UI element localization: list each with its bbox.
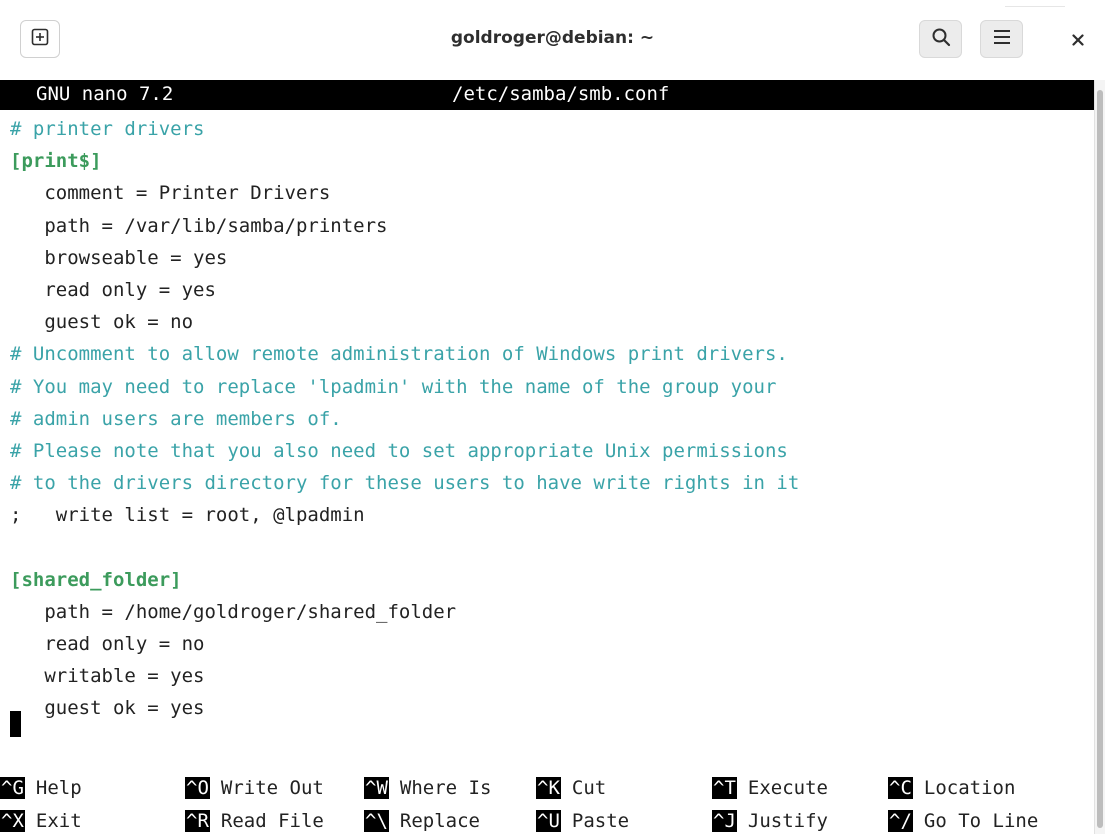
- editor-line: path = /home/goldroger/shared_folder: [10, 600, 457, 623]
- shortcut-key: ^G: [0, 777, 25, 799]
- shortcut-key: ^\: [364, 810, 389, 832]
- shortcut-label: Execute: [747, 777, 828, 799]
- shortcut-key: ^R: [185, 810, 210, 832]
- close-icon: [1072, 31, 1084, 50]
- shortcut-item: ^C Location: [888, 774, 1015, 802]
- shortcut-label: Cut: [571, 777, 607, 799]
- shortcut-label: Where Is: [399, 777, 492, 799]
- editor-line: # admin users are members of.: [10, 407, 342, 430]
- editor-buffer[interactable]: # printer drivers [print$] comment = Prin…: [10, 113, 799, 725]
- editor-line: path = /var/lib/samba/printers: [10, 214, 388, 237]
- shortcut-item: ^O Write Out: [185, 774, 324, 802]
- shortcut-item: ^X Exit: [0, 807, 82, 835]
- shortcut-key: ^T: [712, 777, 737, 799]
- shortcut-label: Paste: [571, 810, 630, 832]
- shortcut-item: ^U Paste: [536, 807, 629, 835]
- editor-line: writable = yes: [10, 665, 205, 688]
- scrollbar[interactable]: [1094, 80, 1105, 834]
- shortcut-item: ^W Where Is: [364, 774, 491, 802]
- shortcut-key: ^U: [536, 810, 561, 832]
- editor-line: # Please note that you also need to set …: [10, 439, 788, 462]
- editor-line: read only = no: [10, 633, 205, 655]
- editor-line: # to the drivers directory for these use…: [10, 472, 800, 495]
- nano-version: GNU nano 7.2: [36, 83, 174, 105]
- shortcut-key: ^W: [364, 777, 389, 799]
- titlebar-edge: [1005, 0, 1065, 7]
- editor-line: browseable = yes: [10, 246, 228, 269]
- shortcut-key: ^C: [888, 777, 913, 799]
- hamburger-menu-icon: [993, 29, 1011, 49]
- nano-shortcut-bar: ^G Help ^O Write Out ^W Where Is ^K Cut ^T Execut…: [0, 774, 1094, 834]
- window-titlebar: goldroger@debian: ~: [0, 0, 1105, 80]
- shortcut-label: Location: [923, 777, 1016, 799]
- menu-button[interactable]: [980, 20, 1023, 58]
- search-icon: [931, 27, 951, 51]
- shortcut-item: ^G Help: [0, 774, 82, 802]
- editor-line: guest ok = yes: [10, 697, 205, 720]
- search-button[interactable]: [919, 20, 962, 58]
- editor-line: ; write list = root, @lpadmin: [10, 504, 365, 527]
- editor-line: [print$]: [10, 150, 102, 173]
- close-button[interactable]: [1068, 30, 1088, 50]
- shortcut-item: ^J Justify: [712, 807, 828, 835]
- shortcut-item: ^K Cut: [536, 774, 606, 802]
- editor-line: guest ok = no: [10, 311, 194, 334]
- shortcut-key: ^/: [888, 810, 913, 832]
- shortcut-label: Replace: [399, 810, 480, 832]
- terminal-view[interactable]: GNU nano 7.2 /etc/samba/smb.conf # print…: [0, 80, 1094, 834]
- shortcut-label: Help: [35, 777, 82, 799]
- shortcut-label: Go To Line: [923, 810, 1039, 832]
- shortcut-label: Justify: [747, 810, 828, 832]
- shortcut-label: Read File: [220, 810, 324, 832]
- nano-filename: /etc/samba/smb.conf: [452, 83, 670, 105]
- shortcut-key: ^X: [0, 810, 25, 832]
- shortcut-item: ^T Execute: [712, 774, 828, 802]
- editor-line: # printer drivers: [10, 118, 205, 140]
- editor-line: [shared_folder]: [10, 568, 182, 591]
- shortcut-label: Write Out: [220, 777, 324, 799]
- shortcut-key: ^O: [185, 777, 210, 799]
- text-cursor: [10, 711, 21, 737]
- shortcut-label: Exit: [35, 810, 82, 832]
- shortcut-item: ^R Read File: [185, 807, 324, 835]
- shortcut-item: ^/ Go To Line: [888, 807, 1038, 835]
- editor-line: comment = Printer Drivers: [10, 182, 331, 205]
- nano-header-bar: GNU nano 7.2 /etc/samba/smb.conf: [0, 80, 1094, 110]
- editor-line: # You may need to replace 'lpadmin' with…: [10, 375, 777, 398]
- editor-line: # Uncomment to allow remote administrati…: [10, 343, 788, 366]
- shortcut-key: ^K: [536, 777, 561, 799]
- scrollbar-thumb[interactable]: [1097, 90, 1103, 828]
- shortcut-item: ^\ Replace: [364, 807, 480, 835]
- editor-line: read only = yes: [10, 278, 216, 301]
- shortcut-key: ^J: [712, 810, 737, 832]
